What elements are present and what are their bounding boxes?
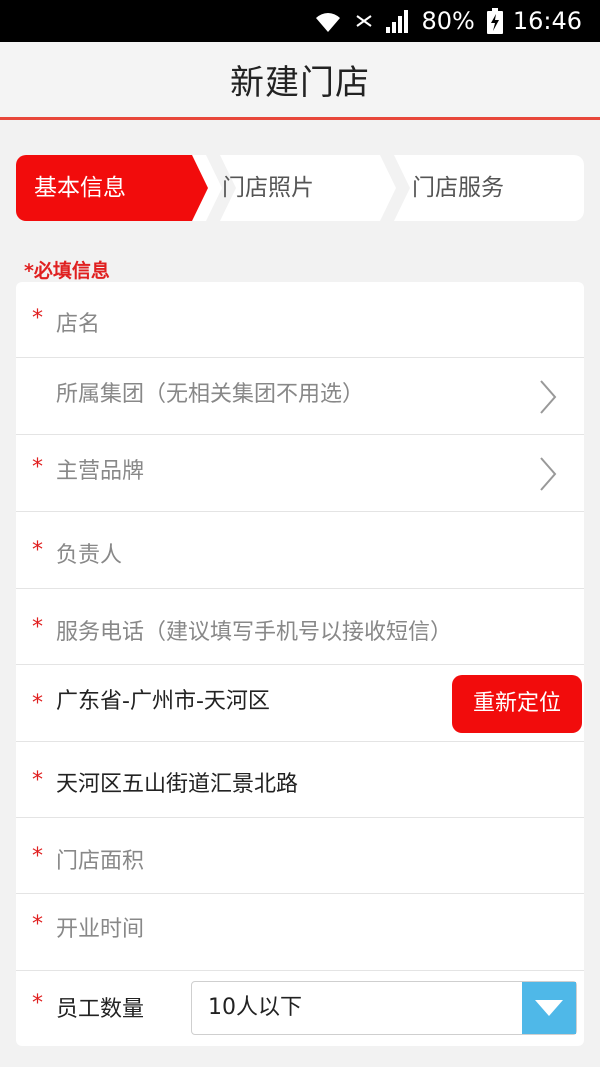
store-area-field[interactable]: * 门店面积: [16, 818, 584, 894]
manager-field[interactable]: * 负责人: [16, 512, 584, 589]
staff-count-selected: 10人以下: [208, 995, 302, 1020]
page-title: 新建门店: [230, 63, 370, 103]
manager-placeholder: 负责人: [56, 543, 123, 568]
required-mark: *: [32, 991, 43, 1016]
brand-placeholder: 主营品牌: [56, 459, 145, 484]
battery-charging-icon: [486, 8, 503, 34]
required-mark: *: [32, 691, 43, 716]
battery-percent: 80%: [421, 7, 475, 35]
chevron-down-icon: [535, 1000, 563, 1016]
region-value: 广东省-广州市-天河区: [56, 689, 270, 714]
address-field[interactable]: * 天河区五山街道汇景北路: [16, 742, 584, 818]
chevron-right-icon: [540, 457, 557, 491]
required-mark: *: [32, 615, 43, 640]
required-info-note: *必填信息: [24, 260, 110, 282]
tab-basic-info[interactable]: 基本信息: [34, 155, 126, 221]
required-mark: *: [32, 306, 43, 331]
required-mark: *: [32, 844, 43, 869]
store-area-placeholder: 门店面积: [56, 849, 145, 874]
step-separator: [380, 155, 410, 221]
group-select-field[interactable]: 所属集团（无相关集团不用选）: [16, 358, 584, 435]
required-mark: *: [32, 455, 43, 480]
step-tabs: 基本信息 门店照片 门店服务: [16, 155, 584, 221]
dropdown-button[interactable]: [522, 982, 576, 1034]
group-placeholder: 所属集团（无相关集团不用选）: [56, 382, 365, 407]
data-transfer-icon: [355, 12, 373, 30]
service-phone-field[interactable]: * 服务电话（建议填写手机号以接收短信）: [16, 589, 584, 665]
clock: 16:46: [512, 7, 582, 35]
brand-select-field[interactable]: * 主营品牌: [16, 435, 584, 512]
page-header: 新建门店: [0, 42, 600, 120]
staff-count-field: * 员工数量 10人以下: [16, 971, 584, 1046]
chevron-right-icon: [540, 380, 557, 414]
required-mark: *: [32, 768, 43, 793]
status-bar: 80% 16:46: [0, 0, 600, 42]
tab-store-photos[interactable]: 门店照片: [222, 155, 314, 221]
staff-count-select[interactable]: 10人以下: [191, 981, 577, 1035]
tab-store-services[interactable]: 门店服务: [412, 155, 504, 221]
wifi-icon: [313, 8, 343, 34]
required-mark: *: [32, 538, 43, 563]
region-field[interactable]: * 广东省-广州市-天河区 重新定位: [16, 665, 584, 742]
relocate-button[interactable]: 重新定位: [452, 675, 582, 733]
store-name-placeholder: 店名: [56, 312, 101, 337]
signal-icon: [385, 9, 411, 33]
required-mark: *: [32, 912, 43, 937]
open-time-placeholder: 开业时间: [56, 917, 145, 942]
address-value: 天河区五山街道汇景北路: [56, 772, 299, 797]
store-name-field[interactable]: * 店名: [16, 282, 584, 358]
service-phone-placeholder: 服务电话（建议填写手机号以接收短信）: [56, 620, 453, 645]
store-form: * 店名 所属集团（无相关集团不用选） * 主营品牌 * 负责人 * 服务电话（…: [16, 282, 584, 1046]
staff-count-label: 员工数量: [56, 997, 145, 1022]
open-time-field[interactable]: * 开业时间: [16, 894, 584, 971]
